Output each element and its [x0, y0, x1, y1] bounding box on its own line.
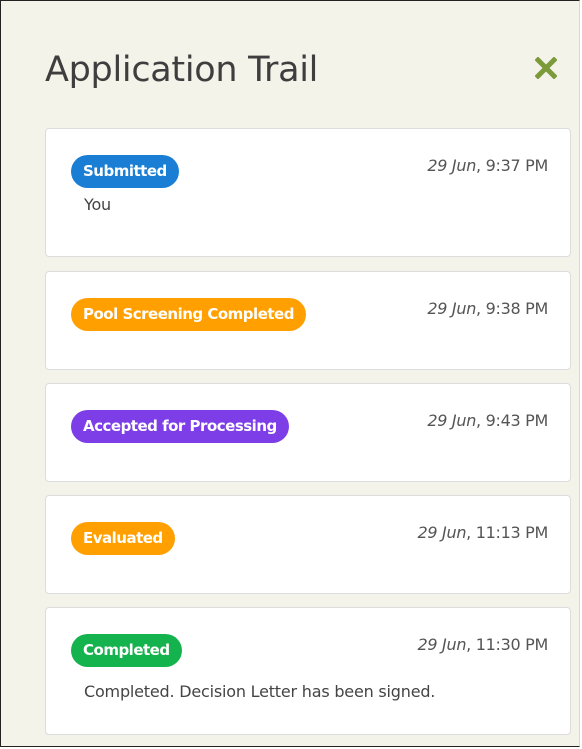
timestamp-date: 29 Jun — [417, 635, 467, 654]
timestamp-date: 29 Jun — [427, 156, 477, 175]
status-badge: Evaluated — [71, 522, 175, 555]
trail-item-evaluated: Evaluated 29 Jun, 11:13 PM — [45, 495, 571, 594]
timestamp: 29 Jun, 11:30 PM — [417, 635, 549, 654]
timestamp-time: , 9:43 PM — [476, 411, 548, 430]
timestamp-time: , 9:38 PM — [476, 299, 548, 318]
status-badge: Completed — [71, 634, 182, 667]
status-badge: Accepted for Processing — [71, 410, 289, 443]
trail-item-completed: Completed 29 Jun, 11:30 PM Completed. De… — [45, 607, 571, 735]
trail-item-submitted: Submitted 29 Jun, 9:37 PM You — [45, 128, 571, 257]
trail-note: You — [84, 195, 111, 214]
timestamp-time: , 11:30 PM — [466, 635, 548, 654]
panel-header: Application Trail — [45, 47, 559, 97]
timestamp-time: , 9:37 PM — [476, 156, 548, 175]
close-x-icon — [535, 57, 557, 79]
timestamp: 29 Jun, 11:13 PM — [417, 523, 549, 542]
status-badge: Pool Screening Completed — [71, 298, 306, 331]
timestamp: 29 Jun, 9:43 PM — [427, 411, 548, 430]
application-trail-panel: Application Trail Submitted 29 Jun, 9:37… — [0, 0, 580, 747]
timestamp-date: 29 Jun — [427, 299, 477, 318]
trail-item-pool-screening: Pool Screening Completed 29 Jun, 9:38 PM — [45, 271, 571, 370]
timestamp: 29 Jun, 9:38 PM — [427, 299, 548, 318]
close-button[interactable] — [533, 55, 559, 81]
timestamp-date: 29 Jun — [427, 411, 477, 430]
trail-item-accepted: Accepted for Processing 29 Jun, 9:43 PM — [45, 383, 571, 482]
trail-note: Completed. Decision Letter has been sign… — [84, 682, 436, 701]
timestamp-time: , 11:13 PM — [466, 523, 548, 542]
timestamp-date: 29 Jun — [417, 523, 467, 542]
timestamp: 29 Jun, 9:37 PM — [427, 156, 548, 175]
status-badge: Submitted — [71, 155, 179, 188]
panel-title: Application Trail — [45, 50, 319, 90]
